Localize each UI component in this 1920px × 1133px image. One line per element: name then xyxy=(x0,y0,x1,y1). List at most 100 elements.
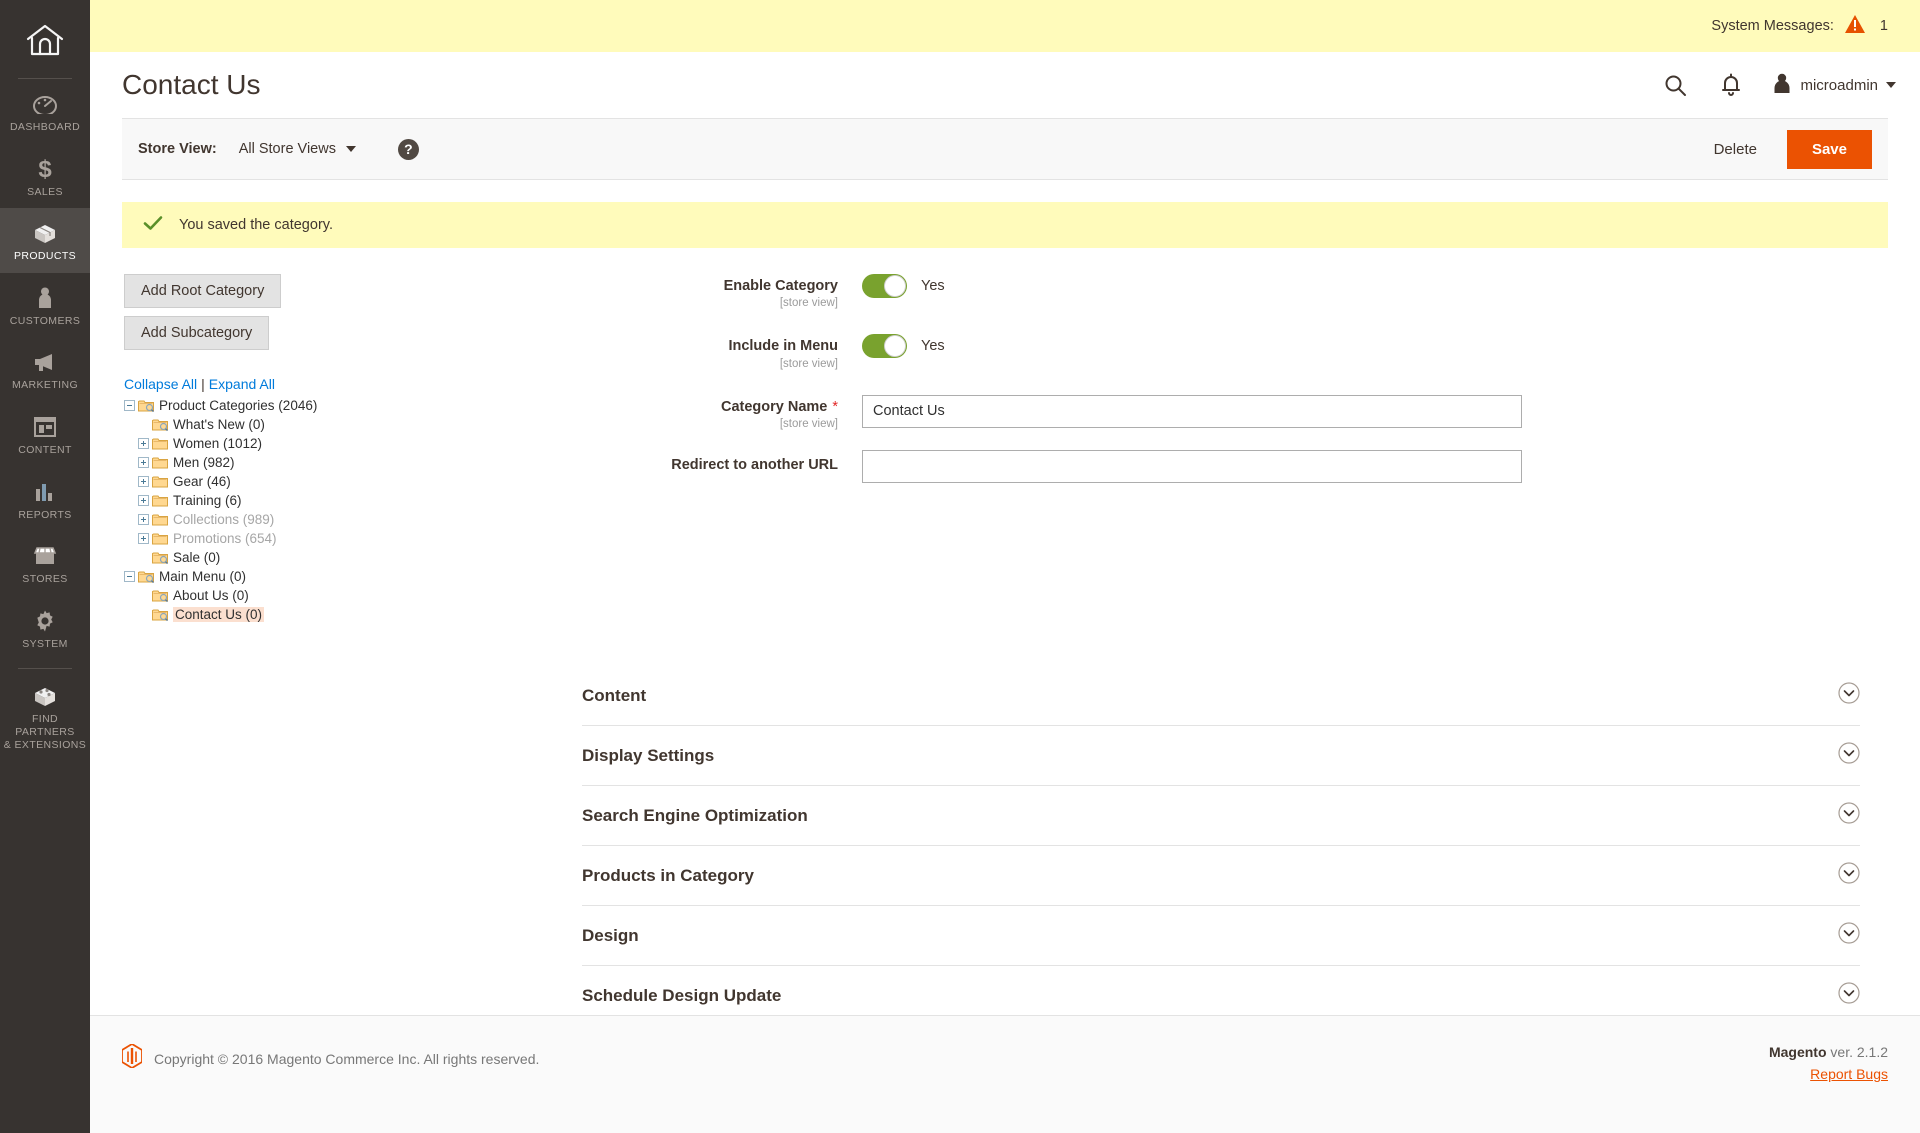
scope-note: [store view] xyxy=(502,358,838,370)
tree-node[interactable]: Product Categories (2046) xyxy=(124,396,502,415)
required-marker: * xyxy=(832,399,838,415)
tree-node[interactable]: Women (1012) xyxy=(124,434,502,453)
sidebar-item-content[interactable]: CONTENT xyxy=(0,402,90,467)
chevron-down-circle-icon[interactable] xyxy=(1838,862,1860,889)
tree-node[interactable]: What's New (0) xyxy=(124,415,502,434)
section-header[interactable]: Schedule Design Update xyxy=(582,966,1860,1015)
tree-node-expander[interactable] xyxy=(138,514,149,525)
section-header[interactable]: Products in Category xyxy=(582,846,1860,906)
sidebar-item-reports[interactable]: REPORTS xyxy=(0,467,90,532)
section-header[interactable]: Search Engine Optimization xyxy=(582,786,1860,846)
dashboard-gauge-icon xyxy=(30,91,60,117)
category-name-label-cell: Category Name* [store view] xyxy=(502,395,862,430)
sidebar-item-label: PRODUCTS xyxy=(14,250,76,263)
tree-node-expander[interactable] xyxy=(138,476,149,487)
add-root-category-button[interactable]: Add Root Category xyxy=(124,274,281,308)
enable-category-label: Enable Category xyxy=(502,278,838,295)
chevron-down-circle-icon[interactable] xyxy=(1838,982,1860,1009)
tree-node[interactable]: Sale (0) xyxy=(124,548,502,567)
delete-button[interactable]: Delete xyxy=(1710,135,1761,164)
category-form: Enable Category [store view] Yes Include… xyxy=(502,274,1888,624)
save-button[interactable]: Save xyxy=(1787,130,1872,169)
tree-node-label[interactable]: Promotions (654) xyxy=(173,531,277,546)
tree-node[interactable]: Promotions (654) xyxy=(124,529,502,548)
sidebar-item-sales[interactable]: $ SALES xyxy=(0,144,90,209)
tree-node-label[interactable]: What's New (0) xyxy=(173,417,265,432)
expand-all-link[interactable]: Expand All xyxy=(209,376,275,392)
tree-node-label[interactable]: Women (1012) xyxy=(173,436,262,451)
include-in-menu-toggle[interactable] xyxy=(862,334,907,358)
sidebar-logo[interactable] xyxy=(0,6,90,78)
tree-node-expander[interactable] xyxy=(124,400,135,411)
redirect-url-input[interactable] xyxy=(862,450,1522,483)
tree-node[interactable]: Contact Us (0) xyxy=(124,605,502,624)
section-header[interactable]: Design xyxy=(582,906,1860,966)
chevron-down-circle-icon[interactable] xyxy=(1838,742,1860,769)
tree-node-label[interactable]: Training (6) xyxy=(173,493,242,508)
sidebar-item-products[interactable]: PRODUCTS xyxy=(0,208,90,273)
tree-node[interactable]: Main Menu (0) xyxy=(124,567,502,586)
collapse-all-link[interactable]: Collapse All xyxy=(124,376,197,392)
page-footer: Copyright © 2016 Magento Commerce Inc. A… xyxy=(90,1015,1920,1133)
home-icon xyxy=(25,23,65,62)
admin-user-name: microadmin xyxy=(1800,77,1878,94)
section-title: Products in Category xyxy=(582,866,754,886)
category-name-row: Category Name* [store view] xyxy=(502,395,1888,430)
tree-node-label[interactable]: Main Menu (0) xyxy=(159,569,246,584)
tree-node-label[interactable]: Men (982) xyxy=(173,455,235,470)
tree-node-expander[interactable] xyxy=(124,571,135,582)
chevron-down-circle-icon[interactable] xyxy=(1838,922,1860,949)
sidebar-item-marketing[interactable]: MARKETING xyxy=(0,337,90,402)
system-messages-bar[interactable]: System Messages: 1 xyxy=(90,0,1920,52)
folder-search-icon xyxy=(138,399,154,412)
tree-node-expander[interactable] xyxy=(138,457,149,468)
tree-links-separator: | xyxy=(197,376,209,392)
section-header[interactable]: Content xyxy=(582,666,1860,726)
tree-node-expander[interactable] xyxy=(138,438,149,449)
add-subcategory-button[interactable]: Add Subcategory xyxy=(124,316,269,350)
category-name-input[interactable] xyxy=(862,395,1522,428)
storefront-icon xyxy=(30,543,60,569)
bell-icon[interactable] xyxy=(1716,70,1746,100)
search-icon[interactable] xyxy=(1660,70,1690,100)
tree-node-label[interactable]: Contact Us (0) xyxy=(173,607,264,622)
sidebar-item-dashboard[interactable]: DASHBOARD xyxy=(0,79,90,144)
question-mark-icon[interactable]: ? xyxy=(398,139,419,160)
category-edit-columns: Add Root Category Add Subcategory Collap… xyxy=(122,274,1888,624)
folder-search-icon xyxy=(138,570,154,583)
toggle-knob xyxy=(884,275,906,297)
tree-node-label[interactable]: Sale (0) xyxy=(173,550,220,565)
sidebar-item-stores[interactable]: STORES xyxy=(0,531,90,596)
enable-category-toggle[interactable] xyxy=(862,274,907,298)
tree-node-label[interactable]: About Us (0) xyxy=(173,588,249,603)
footer-right: Magento ver. 2.1.2 Report Bugs xyxy=(1769,1044,1888,1084)
tree-node-label[interactable]: Gear (46) xyxy=(173,474,231,489)
admin-user-menu[interactable]: microadmin xyxy=(1772,72,1896,99)
store-view-select[interactable]: All Store Views xyxy=(239,141,356,157)
tree-node-expander[interactable] xyxy=(138,533,149,544)
include-in-menu-value: Yes xyxy=(921,338,945,354)
tree-node[interactable]: Training (6) xyxy=(124,491,502,510)
tree-node[interactable]: Gear (46) xyxy=(124,472,502,491)
folder-search-icon xyxy=(152,589,168,602)
checkmark-icon xyxy=(143,215,163,236)
report-bugs-link[interactable]: Report Bugs xyxy=(1810,1066,1888,1082)
tree-node[interactable]: About Us (0) xyxy=(124,586,502,605)
section-header[interactable]: Display Settings xyxy=(582,726,1860,786)
redirect-url-field-cell xyxy=(862,450,1888,483)
include-in-menu-row: Include in Menu [store view] Yes xyxy=(502,334,1888,369)
tree-node[interactable]: Collections (989) xyxy=(124,510,502,529)
category-name-label: Category Name* xyxy=(502,399,838,416)
sidebar-item-find-partners[interactable]: FIND PARTNERS & EXTENSIONS xyxy=(0,669,90,761)
chevron-down-circle-icon[interactable] xyxy=(1838,802,1860,829)
magento-logo-icon xyxy=(122,1044,142,1073)
tree-node-label[interactable]: Collections (989) xyxy=(173,512,274,527)
section-title: Content xyxy=(582,686,646,706)
tree-node[interactable]: Men (982) xyxy=(124,453,502,472)
sidebar-item-system[interactable]: SYSTEM xyxy=(0,596,90,661)
tree-node-label[interactable]: Product Categories (2046) xyxy=(159,398,317,413)
tree-node-expander[interactable] xyxy=(138,495,149,506)
sidebar-item-label: DASHBOARD xyxy=(10,121,80,134)
chevron-down-circle-icon[interactable] xyxy=(1838,682,1860,709)
sidebar-item-customers[interactable]: CUSTOMERS xyxy=(0,273,90,338)
